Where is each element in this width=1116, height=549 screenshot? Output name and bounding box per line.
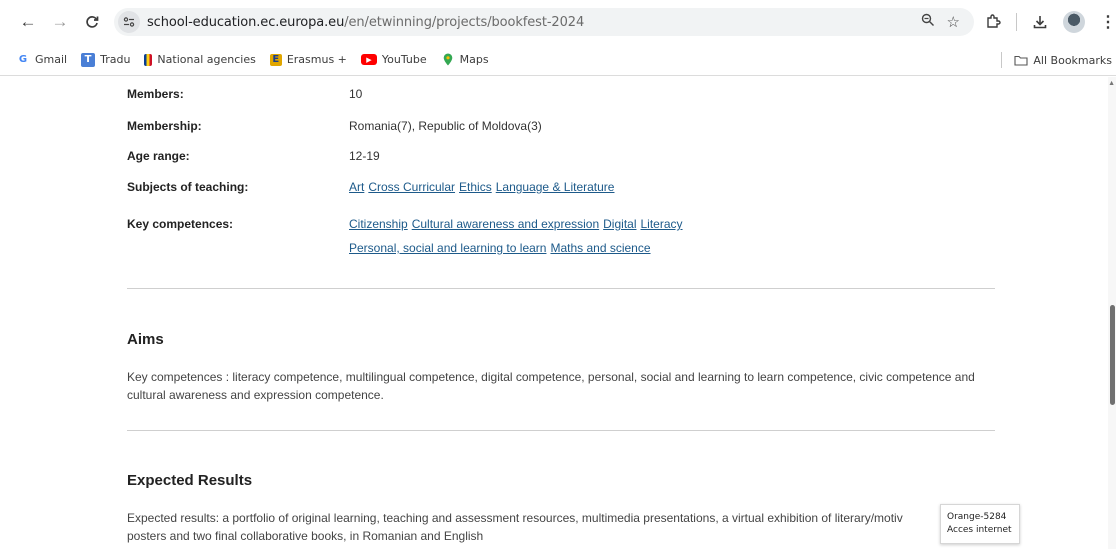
competences-label: Key competences: — [127, 217, 234, 231]
aims-text: Key competences : literacy competence, m… — [127, 370, 975, 402]
zoom-icon[interactable] — [921, 13, 935, 31]
bookmarks-bar: G Gmail T Tradu National agencies E Eras… — [0, 44, 1116, 76]
site-info-icon[interactable] — [118, 11, 140, 33]
competence-link-literacy[interactable]: Literacy — [641, 217, 683, 231]
extensions-icon[interactable] — [980, 9, 1006, 35]
competence-link-citizenship[interactable]: Citizenship — [349, 217, 408, 231]
tooltip-network-name: Orange-5284 — [947, 512, 1007, 522]
flag-icon — [144, 53, 153, 66]
expected-results-line2: posters and two final collaborative book… — [127, 529, 484, 543]
forward-icon[interactable]: → — [46, 8, 74, 36]
toolbar-separator — [1016, 13, 1017, 31]
all-bookmarks[interactable]: All Bookmarks — [1014, 53, 1112, 67]
url-host: school-education.ec.europa.eu — [147, 14, 345, 30]
competence-link-cultural-awareness[interactable]: Cultural awareness and expression — [412, 217, 599, 231]
bookmark-youtube[interactable]: ▶ YouTube — [360, 53, 427, 66]
competences-links-line1: Citizenship Cultural awareness and expres… — [349, 217, 687, 231]
erasmus-icon: E — [269, 53, 282, 66]
folder-icon — [1014, 53, 1028, 67]
bookmark-star-icon[interactable]: ☆ — [947, 13, 960, 31]
all-bookmarks-label: All Bookmarks — [1033, 53, 1112, 67]
url-text[interactable]: school-education.ec.europa.eu/en/etwinni… — [147, 15, 584, 30]
age-range-label: Age range: — [127, 149, 190, 163]
scroll-up-icon[interactable]: ▲ — [1108, 80, 1115, 87]
download-icon[interactable] — [1027, 9, 1053, 35]
subject-link-art[interactable]: Art — [349, 180, 364, 194]
bookmark-label: Maps — [459, 53, 489, 66]
membership-value: Romania(7), Republic of Moldova(3) — [349, 119, 542, 133]
expected-results-line1: Expected results: a portfolio of origina… — [127, 511, 903, 525]
reload-icon[interactable] — [78, 8, 106, 36]
youtube-icon: ▶ — [360, 54, 377, 65]
bookmark-national-agencies[interactable]: National agencies — [144, 53, 256, 66]
subject-link-language-literature[interactable]: Language & Literature — [496, 180, 615, 194]
bookmark-gmail[interactable]: G Gmail — [16, 53, 67, 67]
url-path: /en/etwinning/projects/bookfest-2024 — [344, 14, 585, 30]
aims-title: Aims — [127, 331, 164, 348]
bookmark-erasmus[interactable]: E Erasmus + — [269, 53, 347, 66]
subjects-label: Subjects of teaching: — [127, 180, 249, 194]
competences-links-line2: Personal, social and learning to learn Ma… — [349, 241, 655, 255]
bookmark-label: Erasmus + — [286, 53, 347, 66]
translate-icon: T — [81, 52, 96, 67]
bookmark-tradu[interactable]: T Tradu — [81, 52, 131, 67]
subjects-links: Art Cross Curricular Ethics Language & Lite… — [349, 180, 618, 194]
bookmark-label: YouTube — [381, 53, 427, 66]
bookmarks-separator — [1001, 52, 1003, 68]
tooltip-network-status: Acces internet — [947, 525, 1012, 535]
section-divider — [127, 430, 995, 431]
menu-icon[interactable]: ⋮ — [1095, 9, 1116, 35]
gmail-icon: G — [18, 54, 28, 65]
bookmark-label: Tradu — [100, 53, 131, 66]
membership-label: Membership: — [127, 119, 202, 133]
profile-avatar[interactable] — [1063, 11, 1085, 33]
members-value: 10 — [349, 87, 363, 101]
age-range-value: 12-19 — [349, 149, 380, 163]
maps-pin-icon — [441, 53, 455, 67]
section-divider — [127, 288, 995, 289]
scrollbar-thumb[interactable] — [1110, 305, 1115, 405]
competence-link-personal-social[interactable]: Personal, social and learning to learn — [349, 241, 546, 255]
bookmark-maps[interactable]: Maps — [441, 53, 489, 67]
network-tooltip: Orange-5284 Acces internet — [940, 504, 1020, 544]
subject-link-ethics[interactable]: Ethics — [459, 180, 492, 194]
browser-toolbar: ← → school-education.ec.europa.eu/en/etw… — [0, 0, 1116, 44]
expected-results-title: Expected Results — [127, 472, 253, 489]
back-icon[interactable]: ← — [14, 8, 42, 36]
competence-link-digital[interactable]: Digital — [603, 217, 636, 231]
bookmark-label: Gmail — [35, 53, 68, 66]
bookmark-label: National agencies — [157, 53, 256, 66]
address-bar[interactable]: school-education.ec.europa.eu/en/etwinni… — [114, 8, 974, 36]
members-label: Members: — [127, 87, 184, 101]
competence-link-maths-science[interactable]: Maths and science — [550, 241, 650, 255]
subject-link-cross-curricular[interactable]: Cross Curricular — [368, 180, 455, 194]
